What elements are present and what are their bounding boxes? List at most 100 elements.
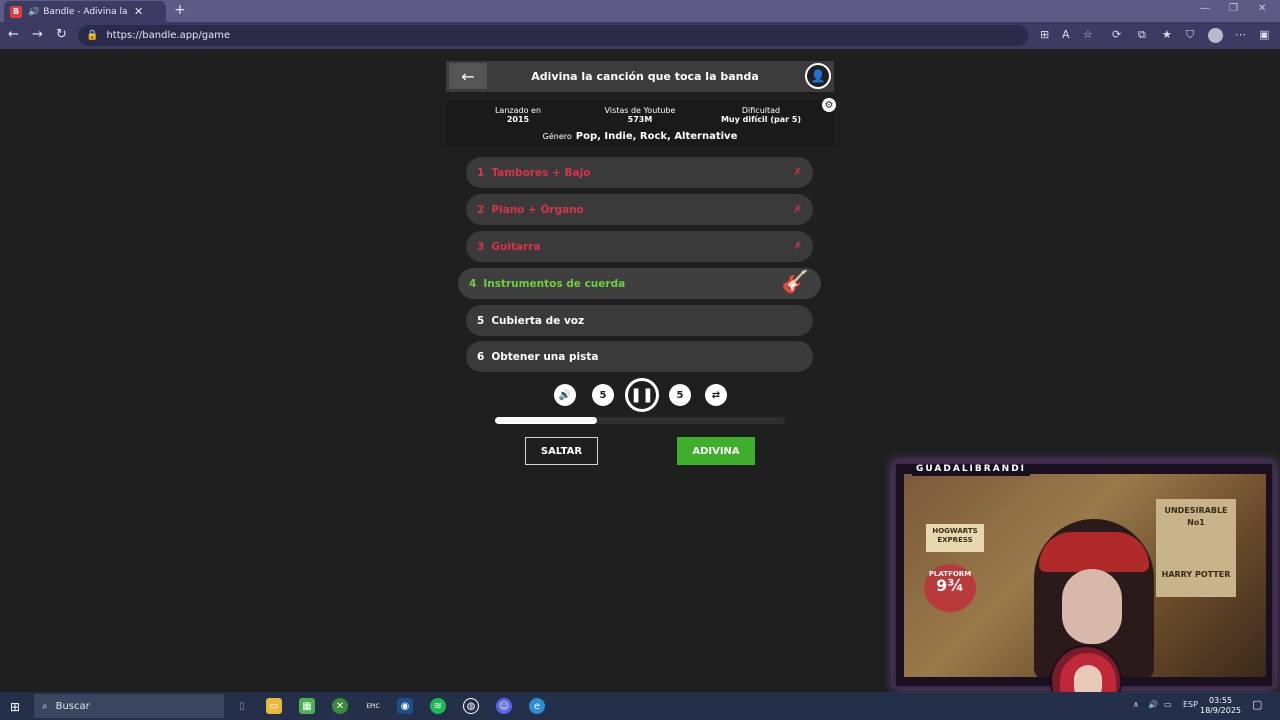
platform-number: 9¾: [936, 576, 964, 595]
tab-close-icon[interactable]: ✕: [134, 5, 143, 18]
clue-number: 6: [477, 350, 485, 363]
tray-chevron-icon[interactable]: ∧: [1133, 700, 1139, 709]
user-account-button[interactable]: 👤: [805, 63, 831, 89]
volume-tray-icon[interactable]: 🔊: [1148, 700, 1158, 709]
clue-label: Guitarra: [491, 240, 541, 253]
clue-label: Piano + Órgano: [491, 203, 584, 216]
streamer-face: [1062, 569, 1122, 644]
url-text: https://bandle.app/game: [106, 30, 231, 41]
xbox-icon[interactable]: ✕: [332, 698, 348, 714]
clue-row-4[interactable]: 4 Instrumentos de cuerda 🎸: [458, 268, 821, 299]
repeat-off-icon: ⇄: [711, 389, 721, 401]
minimize-icon[interactable]: —: [1200, 3, 1210, 14]
sidebar-icon[interactable]: ▣: [1259, 28, 1269, 41]
game-header: Adivina la canción que toca la banda ← 👤: [446, 61, 834, 92]
tab-title: Bandle - Adivina la canción,: [43, 6, 128, 17]
search-placeholder: Buscar: [55, 700, 90, 712]
poster-number: No1: [1187, 518, 1205, 527]
file-explorer-icon[interactable]: ▭: [266, 698, 282, 714]
streamer-name: GUADALIBRANDI: [912, 464, 1031, 476]
rewind-button[interactable]: 5: [592, 384, 614, 406]
clock-date: 18/9/2025: [1200, 706, 1242, 715]
clock[interactable]: 03:55 18/9/2025: [1200, 696, 1241, 716]
search-icon: ⌕: [42, 700, 48, 712]
back-button[interactable]: ←: [449, 63, 487, 89]
clue-row-5[interactable]: 5 Cubierta de voz: [466, 305, 813, 336]
playback-progress[interactable]: [495, 417, 785, 424]
clue-row-6[interactable]: 6 Obtener una pista: [466, 341, 813, 372]
back-icon[interactable]: ←: [8, 27, 19, 42]
refresh-icon[interactable]: ↻: [56, 27, 67, 42]
extensions-icon[interactable]: ⧉: [1138, 28, 1146, 42]
genre-line: Género Pop, Indie, Rock, Alternative: [446, 131, 834, 142]
url-field[interactable]: 🔒 https://bandle.app/game: [78, 25, 1028, 46]
steam-icon[interactable]: ◉: [397, 698, 413, 714]
arrow-left-icon: ←: [461, 66, 475, 86]
network-icon[interactable]: ▭: [1164, 700, 1172, 709]
wrong-mark-icon: ✗: [793, 204, 802, 215]
bandle-favicon-icon: B: [10, 5, 22, 18]
difficulty-value: Muy difícil (par 5): [720, 115, 802, 124]
settings-gear-icon[interactable]: ⚙: [822, 98, 836, 112]
epic-games-icon[interactable]: EPIC: [365, 698, 381, 714]
lock-icon: 🔒: [86, 30, 99, 41]
taskbar: ⊞ ⌕ Buscar ▯ ▭ ▦ ✕ EPIC ◉ ≋ ◍ ☺ e ∧ 🔊 ▭ …: [0, 692, 1280, 720]
guess-button[interactable]: ADIVINA: [677, 437, 755, 465]
hogwarts-sign: HOGWARTS EXPRESS: [926, 524, 984, 552]
language-indicator[interactable]: ESP: [1183, 700, 1198, 709]
wrong-mark-icon: ✗: [793, 167, 802, 178]
forward-button[interactable]: 5: [669, 384, 691, 406]
task-view-icon[interactable]: ▯: [234, 698, 250, 714]
released-label: Lanzado en: [494, 106, 542, 115]
notification-icon[interactable]: ▢: [1252, 698, 1262, 711]
more-menu-icon[interactable]: ⋯: [1235, 28, 1246, 41]
windows-start-icon[interactable]: ⊞: [10, 700, 22, 714]
maximize-icon[interactable]: ❐: [1229, 3, 1238, 14]
edge-icon[interactable]: e: [529, 698, 545, 714]
clock-time: 03:55: [1208, 696, 1233, 705]
profile-avatar[interactable]: [1208, 28, 1223, 43]
sync-icon[interactable]: ⟳: [1112, 28, 1121, 41]
clue-number: 4: [469, 277, 477, 290]
read-aloud-icon[interactable]: A: [1062, 28, 1070, 41]
favorites-icon[interactable]: ★: [1162, 28, 1172, 41]
new-tab-icon[interactable]: +: [174, 2, 186, 18]
discord-icon[interactable]: ☺: [496, 698, 512, 714]
progress-fill: [495, 417, 597, 424]
clue-row-1[interactable]: 1 Tambores + Bajo ✗: [466, 157, 813, 188]
guitar-icon: 🎸: [781, 270, 809, 295]
clue-label: Instrumentos de cuerda: [483, 277, 626, 290]
browser-tab[interactable]: B 🔊 Bandle - Adivina la canción, ✕: [4, 1, 166, 22]
volume-button[interactable]: 🔊: [554, 384, 576, 406]
genre-label: Género: [542, 132, 572, 141]
app-available-icon[interactable]: ⊞: [1040, 28, 1049, 41]
views-label: Vistas de Youtube: [604, 106, 676, 115]
bandana: [1039, 532, 1149, 572]
no-repeat-button[interactable]: ⇄: [705, 384, 727, 406]
released-info: Lanzado en 2015: [482, 106, 554, 124]
rewind-icon: 5: [599, 389, 607, 401]
window-close-icon[interactable]: ✕: [1258, 3, 1266, 14]
skip-button[interactable]: SALTAR: [525, 437, 598, 465]
shield-icon[interactable]: ⛉: [1186, 28, 1194, 42]
poster-name: HARRY POTTER: [1161, 570, 1231, 579]
forward-icon[interactable]: →: [32, 27, 43, 42]
views-value: 573M: [627, 115, 653, 124]
pause-button[interactable]: ❚❚: [625, 378, 659, 412]
difficulty-info: Dificultad Muy difícil (par 5): [716, 106, 806, 124]
pause-icon: ❚❚: [630, 387, 654, 403]
page-title: Adivina la canción que toca la banda: [531, 70, 759, 83]
difficulty-label: Dificultad: [741, 106, 781, 115]
taskbar-search[interactable]: ⌕ Buscar: [34, 694, 224, 718]
browser-titlebar: B 🔊 Bandle - Adivina la canción, ✕ + — ❐…: [0, 0, 1280, 22]
favorite-star-icon[interactable]: ☆: [1083, 28, 1093, 41]
user-icon: 👤: [810, 69, 826, 83]
clue-row-3[interactable]: 3 Guitarra ✗: [466, 231, 813, 262]
clue-row-2[interactable]: 2 Piano + Órgano ✗: [466, 194, 813, 225]
minecraft-icon[interactable]: ▦: [299, 698, 315, 714]
obs-icon[interactable]: ◍: [463, 698, 479, 714]
speaker-icon: 🔊: [558, 389, 572, 401]
views-info: Vistas de Youtube 573M: [596, 106, 684, 124]
speaker-icon: 🔊: [28, 6, 40, 17]
spotify-icon[interactable]: ≋: [430, 698, 446, 714]
